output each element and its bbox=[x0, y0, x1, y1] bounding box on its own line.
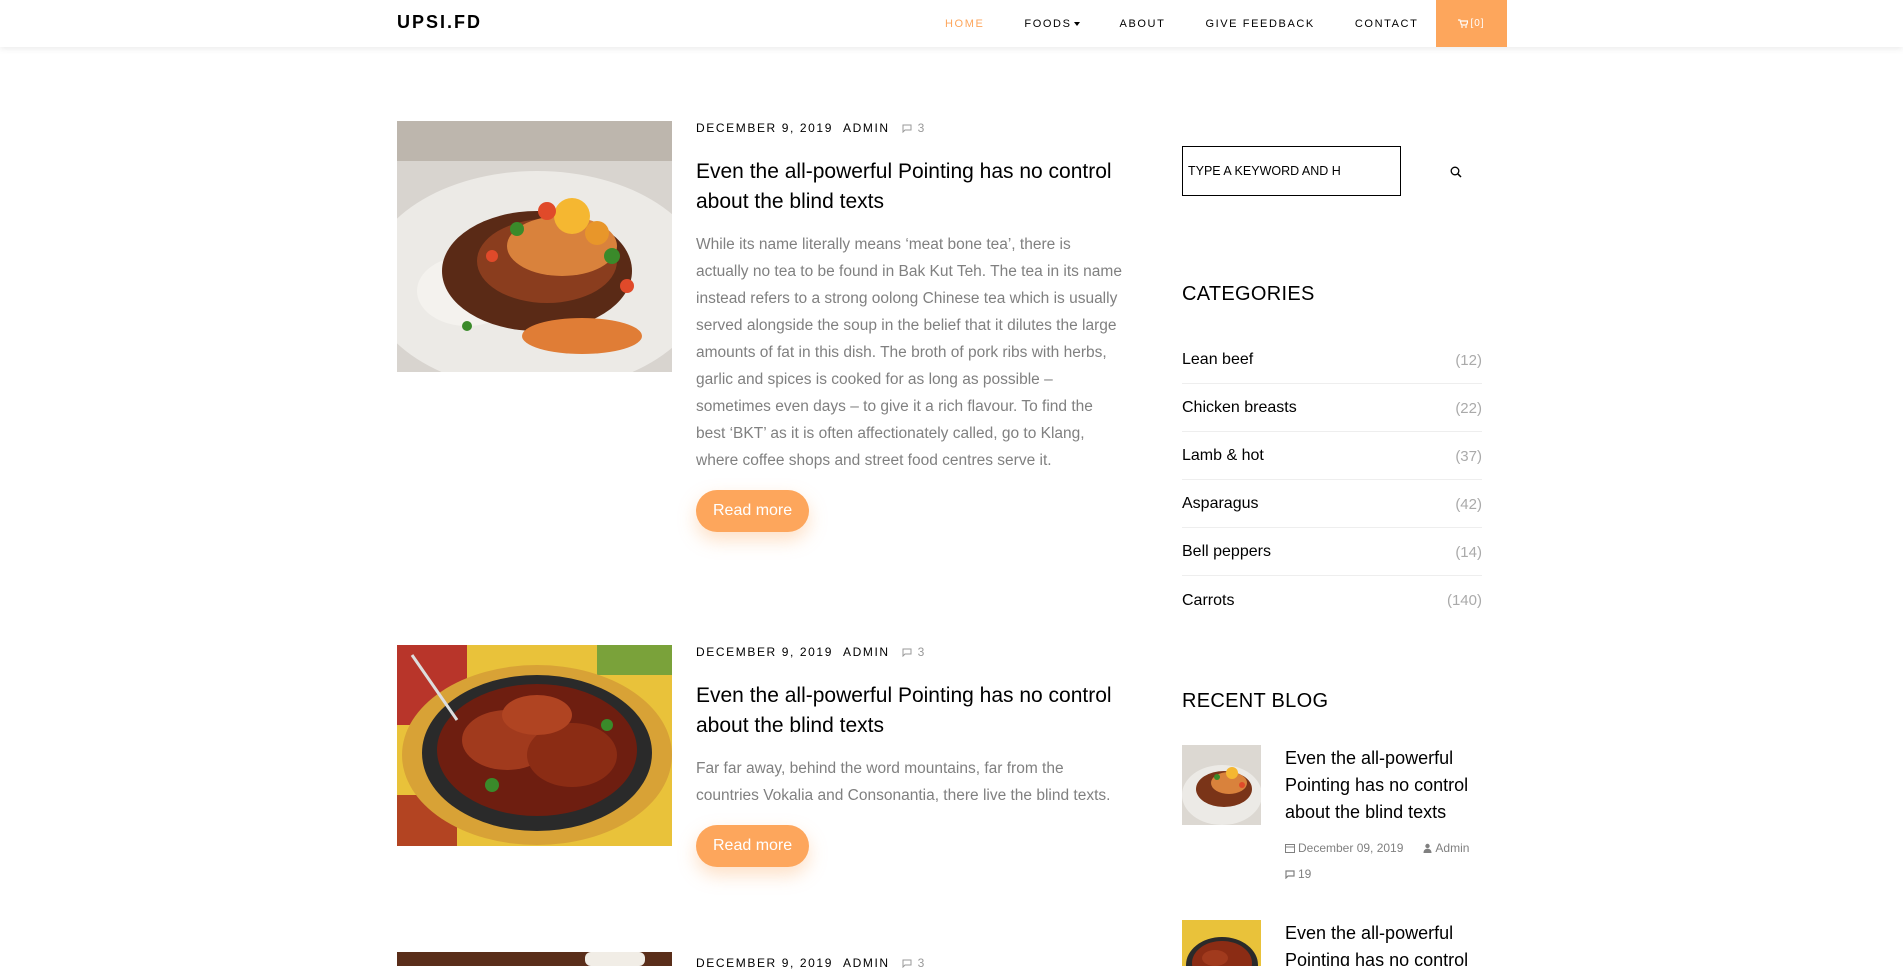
calendar-icon bbox=[1285, 844, 1295, 853]
nav-item-foods[interactable]: FOODS bbox=[1024, 17, 1080, 30]
recent-blog-item: Even the all-powerful Pointing has no co… bbox=[1182, 920, 1502, 966]
categories-list: Lean beef (12) Chicken breasts (22) Lamb &… bbox=[1182, 336, 1482, 624]
category-count: (14) bbox=[1455, 543, 1482, 561]
recent-blog-title[interactable]: Even the all-powerful Pointing has no co… bbox=[1285, 745, 1495, 826]
chat-icon bbox=[1285, 869, 1295, 879]
post-comments[interactable]: 3 bbox=[902, 121, 926, 135]
category-count: (42) bbox=[1455, 495, 1482, 513]
post-comments[interactable]: 3 bbox=[902, 645, 926, 659]
post-meta: DECEMBER 9, 2019 ADMIN 3 bbox=[696, 121, 1126, 135]
recent-blog-comment-count: 19 bbox=[1298, 867, 1312, 881]
cart-button[interactable]: [0] bbox=[1436, 0, 1507, 47]
recent-blog-meta: December 09, 2019 Admin 19 bbox=[1285, 841, 1505, 881]
read-more-button[interactable]: Read more bbox=[696, 825, 810, 867]
category-name: Asparagus bbox=[1182, 495, 1259, 512]
category-count: (37) bbox=[1455, 447, 1482, 465]
category-count: (22) bbox=[1455, 399, 1482, 417]
nav-item-home[interactable]: HOME bbox=[945, 18, 984, 30]
post-author[interactable]: ADMIN bbox=[843, 956, 890, 970]
cart-icon bbox=[1458, 19, 1469, 28]
category-name: Lamb & hot bbox=[1182, 447, 1264, 464]
recent-blog-thumb[interactable] bbox=[1182, 920, 1261, 966]
post-excerpt: Far far away, behind the word mountains,… bbox=[696, 760, 1111, 804]
post-image[interactable] bbox=[397, 645, 672, 846]
category-item[interactable]: Lamb & hot (37) bbox=[1182, 433, 1482, 480]
read-more-button[interactable]: Read more bbox=[696, 490, 810, 532]
nav-item-foods-label: FOODS bbox=[1024, 17, 1072, 30]
category-count: (140) bbox=[1446, 592, 1482, 609]
recent-blog-date[interactable]: December 09, 2019 bbox=[1285, 841, 1413, 855]
nav-item-about[interactable]: ABOUT bbox=[1120, 18, 1166, 30]
post-image[interactable] bbox=[397, 121, 672, 372]
nav-menu: HOME FOODS ABOUT GIVE FEEDBACK CONTACT bbox=[945, 0, 1458, 47]
post-title[interactable]: Even the all-powerful Pointing has no co… bbox=[696, 681, 1126, 741]
cart-count: [0] bbox=[1470, 18, 1485, 29]
post-body: DECEMBER 9, 2019 ADMIN 3 Even the all-po… bbox=[696, 645, 1126, 867]
post-body: DECEMBER 9, 2019 ADMIN 3 bbox=[696, 956, 1126, 970]
post-body: DECEMBER 9, 2019 ADMIN 3 Even the all-po… bbox=[696, 121, 1126, 532]
post-title[interactable]: Even the all-powerful Pointing has no co… bbox=[696, 157, 1126, 217]
categories-heading: CATEGORIES bbox=[1182, 283, 1315, 305]
recent-blog-date-text: December 09, 2019 bbox=[1298, 841, 1404, 855]
chat-icon bbox=[902, 124, 912, 133]
category-name: Lean beef bbox=[1182, 351, 1254, 368]
chat-icon bbox=[902, 959, 912, 968]
post-comment-count: 3 bbox=[917, 121, 926, 135]
post-meta: DECEMBER 9, 2019 ADMIN 3 bbox=[696, 956, 1126, 970]
brand-logo[interactable]: UPSI.FD bbox=[397, 12, 482, 33]
category-name: Chicken breasts bbox=[1182, 399, 1297, 416]
post-comment-count: 3 bbox=[917, 956, 926, 970]
recent-blog-author-text: Admin bbox=[1435, 841, 1470, 855]
post-excerpt: While its name literally means ‘meat bon… bbox=[696, 236, 1122, 469]
category-item[interactable]: Lean beef (12) bbox=[1182, 337, 1482, 384]
search-input[interactable] bbox=[1183, 147, 1393, 195]
category-count: (12) bbox=[1455, 351, 1482, 369]
nav-item-give-feedback[interactable]: GIVE FEEDBACK bbox=[1205, 18, 1314, 30]
user-icon bbox=[1423, 843, 1432, 853]
post-date[interactable]: DECEMBER 9, 2019 bbox=[696, 121, 833, 135]
recent-blog-item: Even the all-powerful Pointing has no co… bbox=[1182, 745, 1502, 905]
post-date[interactable]: DECEMBER 9, 2019 bbox=[696, 645, 833, 659]
category-name: Bell peppers bbox=[1182, 543, 1271, 560]
navbar: UPSI.FD HOME FOODS ABOUT GIVE FEEDBACK C… bbox=[0, 0, 1903, 47]
category-item[interactable]: Bell peppers (14) bbox=[1182, 529, 1482, 576]
recent-blog-thumb[interactable] bbox=[1182, 745, 1261, 825]
post-comments[interactable]: 3 bbox=[902, 956, 926, 970]
recent-blog-comments[interactable]: 19 bbox=[1285, 867, 1321, 881]
post-meta: DECEMBER 9, 2019 ADMIN 3 bbox=[696, 645, 1126, 659]
post-image[interactable] bbox=[397, 952, 672, 966]
category-item[interactable]: Carrots (140) bbox=[1182, 577, 1482, 624]
search-icon[interactable] bbox=[1450, 166, 1462, 178]
post-author[interactable]: ADMIN bbox=[843, 645, 890, 659]
category-item[interactable]: Asparagus (42) bbox=[1182, 481, 1482, 528]
caret-down-icon bbox=[1073, 21, 1080, 26]
recent-blog-title[interactable]: Even the all-powerful Pointing has no co… bbox=[1285, 920, 1495, 966]
search-box bbox=[1182, 146, 1401, 196]
chat-icon bbox=[902, 648, 912, 657]
post-author[interactable]: ADMIN bbox=[843, 121, 890, 135]
category-name: Carrots bbox=[1182, 591, 1235, 609]
nav-item-contact[interactable]: CONTACT bbox=[1355, 18, 1419, 30]
recent-blog-heading: RECENT BLOG bbox=[1182, 690, 1329, 712]
category-item[interactable]: Chicken breasts (22) bbox=[1182, 385, 1482, 432]
post-comment-count: 3 bbox=[917, 645, 926, 659]
post-date[interactable]: DECEMBER 9, 2019 bbox=[696, 956, 833, 970]
recent-blog-author[interactable]: Admin bbox=[1423, 841, 1479, 855]
